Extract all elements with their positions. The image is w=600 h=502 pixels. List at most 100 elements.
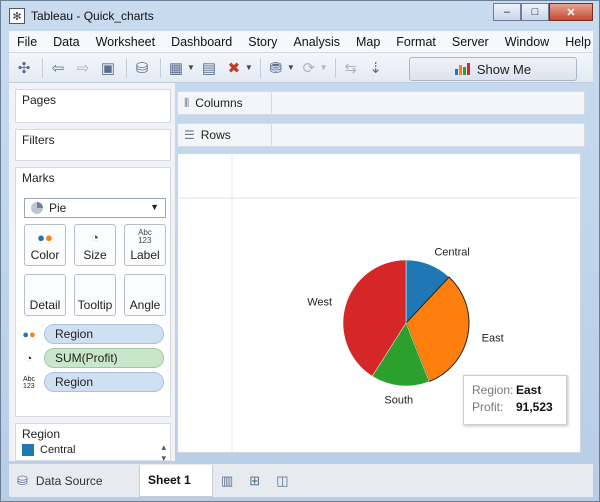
marks-title: Marks — [22, 171, 55, 185]
redo-icon[interactable]: ⇨ — [72, 57, 94, 79]
chevron-down-icon[interactable]: ▼ — [245, 63, 253, 72]
data-source-tab[interactable]: ⛁ Data Source — [9, 465, 139, 497]
new-data-source-icon[interactable]: ⛁ — [131, 57, 153, 79]
menu-format[interactable]: Format — [388, 31, 444, 53]
bar-chart-icon — [454, 63, 471, 75]
angle-icon: ◔ — [25, 353, 33, 365]
maximize-button[interactable]: □ — [521, 3, 549, 21]
sheet-tabs-bar: ⛁ Data Source Sheet 1 ▥ ⊞ ◫ — [9, 463, 593, 497]
pages-shelf[interactable]: Pages — [15, 89, 171, 123]
columns-shelf-label: ⦀ Columns — [178, 92, 272, 114]
menu-window[interactable]: Window — [497, 31, 557, 53]
left-pane: Pages Filters Marks Pie ▼ ●● Color ◔ Siz… — [9, 83, 175, 464]
filters-shelf[interactable]: Filters — [15, 129, 171, 161]
new-worksheet-icon[interactable]: ▥ — [221, 473, 233, 489]
tooltip-popup: Region: East Profit: 91,523 — [463, 375, 567, 425]
pie-label-central: Central — [434, 246, 469, 258]
menu-dashboard[interactable]: Dashboard — [163, 31, 240, 53]
size-icon: ◔ — [91, 230, 99, 245]
marks-card: Marks Pie ▼ ●● Color ◔ Size Abc 123 Label… — [15, 167, 171, 417]
sheet-1-tab[interactable]: Sheet 1 — [139, 464, 213, 497]
title-bar: ✻ Tableau - Quick_charts – □ ✕ — [1, 1, 599, 31]
legend-title: Region — [22, 427, 61, 441]
mark-type-value: Pie — [49, 201, 67, 215]
new-story-icon[interactable]: ◫ — [276, 473, 288, 489]
database-icon: ⛁ — [17, 472, 28, 488]
region-label-pill[interactable]: Region — [44, 372, 164, 392]
clear-sheet-icon[interactable]: ✖ — [223, 57, 245, 79]
duplicate-sheet-icon[interactable]: ▤ — [198, 57, 220, 79]
angle-button[interactable]: Angle — [124, 274, 166, 316]
columns-shelf[interactable]: ⦀ Columns — [177, 91, 585, 115]
menu-worksheet[interactable]: Worksheet — [88, 31, 164, 53]
legend-item[interactable]: Central — [22, 444, 75, 456]
sort-icon[interactable]: ⇣ — [365, 57, 387, 79]
scroll-arrows-icon[interactable]: ▴ ▾ — [161, 442, 166, 464]
tooltip-region-label: Region: — [472, 383, 514, 397]
filters-title: Filters — [22, 133, 55, 147]
refresh-icon[interactable]: ⟳ — [298, 57, 320, 79]
toolbar-divider — [160, 57, 161, 78]
pie-label-west: West — [307, 297, 332, 309]
mark-type-dropdown[interactable]: Pie ▼ — [24, 198, 166, 218]
menu-data[interactable]: Data — [45, 31, 87, 53]
menu-server[interactable]: Server — [444, 31, 497, 53]
region-legend: Region Central ▴ ▾ — [15, 423, 171, 464]
menu-analysis[interactable]: Analysis — [285, 31, 348, 53]
columns-icon: ⦀ — [184, 95, 190, 110]
toolbar: ✣ ⇦ ⇨ ▣ ⛁ ▦ ▼ ▤ ✖ ▼ ⛃ ▼ ⟳ ▼ ⇆ ⇣ Show Me — [9, 53, 593, 83]
close-button[interactable]: ✕ — [549, 3, 593, 21]
chevron-down-icon[interactable]: ▼ — [287, 63, 295, 72]
color-icon: ●● — [37, 230, 53, 245]
pie-label-east: East — [482, 332, 504, 344]
tableau-home-icon[interactable]: ✣ — [13, 57, 35, 79]
rows-icon: ☰ — [184, 128, 195, 142]
color-label: Color — [30, 248, 60, 262]
color-button[interactable]: ●● Color — [24, 224, 66, 266]
tableau-logo-icon: ✻ — [9, 8, 25, 24]
minimize-button[interactable]: – — [493, 3, 521, 21]
toolbar-divider — [126, 57, 127, 78]
tooltip-button[interactable]: Tooltip — [74, 274, 116, 316]
size-label: Size — [83, 248, 107, 262]
swap-icon[interactable]: ⇆ — [340, 57, 362, 79]
toolbar-divider — [334, 57, 336, 78]
chevron-down-icon: ▼ — [150, 202, 159, 212]
data-source-label: Data Source — [35, 473, 103, 488]
pie-icon — [31, 202, 43, 214]
new-worksheet-icon[interactable]: ▦ — [165, 57, 187, 79]
app-window: ✻ Tableau - Quick_charts – □ ✕ File Data… — [0, 0, 600, 502]
menu-story[interactable]: Story — [240, 31, 285, 53]
region-color-pill[interactable]: Region — [44, 324, 164, 344]
size-button[interactable]: ◔ Size — [74, 224, 116, 266]
menu-bar: File Data Worksheet Dashboard Story Anal… — [9, 31, 593, 53]
pie-label-south: South — [384, 395, 413, 407]
window-title: Tableau - Quick_charts — [31, 9, 154, 23]
menu-map[interactable]: Map — [348, 31, 388, 53]
text-label-icon: Abc 123 — [22, 376, 36, 390]
detail-button[interactable]: Detail — [24, 274, 66, 316]
pages-title: Pages — [22, 93, 57, 107]
tooltip-label: Tooltip — [77, 298, 113, 312]
profit-angle-pill[interactable]: SUM(Profit) — [44, 348, 164, 368]
detail-label: Detail — [29, 298, 61, 312]
legend-item-label: Central — [40, 444, 76, 456]
tooltip-region-value: East — [516, 383, 542, 397]
save-icon[interactable]: ▣ — [97, 57, 119, 79]
tooltip-profit-value: 91,523 — [516, 400, 553, 414]
chevron-down-icon[interactable]: ▼ — [320, 63, 328, 72]
menu-file[interactable]: File — [9, 31, 45, 53]
new-dashboard-icon[interactable]: ⊞ — [249, 473, 260, 489]
legend-swatch — [22, 444, 34, 456]
undo-icon[interactable]: ⇦ — [47, 57, 69, 79]
rows-shelf[interactable]: ☰ Rows — [177, 123, 585, 147]
menu-help[interactable]: Help — [557, 31, 599, 53]
label-label: Label — [130, 248, 160, 262]
toolbar-divider — [42, 57, 43, 78]
label-button[interactable]: Abc 123 Label — [124, 224, 166, 266]
pause-updates-icon[interactable]: ⛃ — [265, 57, 287, 79]
chevron-down-icon[interactable]: ▼ — [187, 63, 195, 72]
rows-label: Rows — [200, 128, 231, 142]
show-me-button[interactable]: Show Me — [409, 57, 577, 81]
text-label-icon: Abc 123 — [138, 228, 152, 245]
